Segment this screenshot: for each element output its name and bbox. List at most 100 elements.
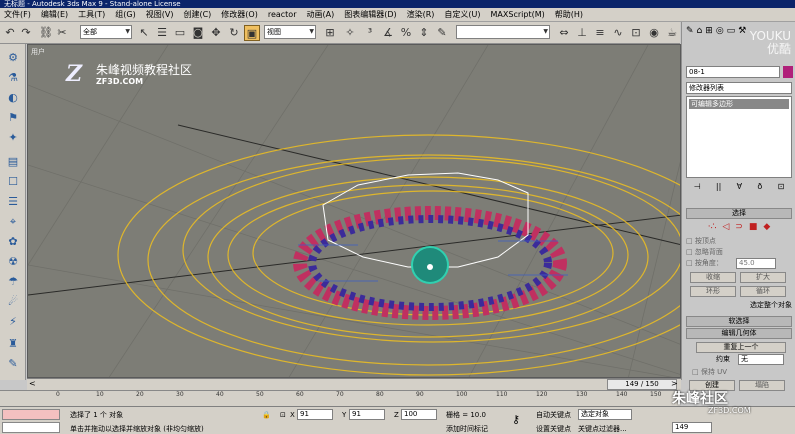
y-field[interactable]: 91 <box>349 409 385 420</box>
named-selection-edit-icon[interactable]: ✎ <box>434 25 450 41</box>
menu-group[interactable]: 组(G) <box>115 8 135 22</box>
configure-sets-icon[interactable]: ⊡ <box>778 182 785 194</box>
object-name-field[interactable]: 08-1 <box>686 66 780 78</box>
set-key-button[interactable]: 设置关键点 <box>536 424 571 434</box>
lt-tool-8-icon[interactable]: ☰ <box>4 194 22 210</box>
move-icon[interactable]: ✥ <box>208 25 224 41</box>
menu-edit[interactable]: 编辑(E) <box>41 8 68 22</box>
by-angle-checkbox[interactable]: 按角度： <box>686 259 723 267</box>
stack-item[interactable]: 可编辑多边形 <box>689 99 789 109</box>
lt-tool-4-icon[interactable]: ⚑ <box>4 110 22 126</box>
ring-button[interactable]: 环形 <box>690 286 736 297</box>
lt-tool-5-icon[interactable]: ✦ <box>4 130 22 146</box>
by-vertex-checkbox[interactable]: 按顶点 <box>686 236 792 246</box>
selected-object-select[interactable]: 选定对象 <box>578 409 632 420</box>
lt-tool-11-icon[interactable]: ☢ <box>4 254 22 270</box>
menu-graph-editors[interactable]: 图表编辑器(D) <box>344 8 396 22</box>
menu-tools[interactable]: 工具(T) <box>78 8 105 22</box>
vertex-icon[interactable]: ·∴ <box>708 222 717 234</box>
menu-reactor[interactable]: reactor <box>268 8 297 22</box>
percent-snap-icon[interactable]: % <box>398 25 414 41</box>
curve-editor-icon[interactable]: ∿ <box>610 25 626 41</box>
unlink-icon[interactable]: ✂ <box>54 25 70 41</box>
undo-icon[interactable]: ↶ <box>2 25 18 41</box>
display-tab-icon[interactable]: ▭ <box>727 26 736 38</box>
reference-coord-select[interactable]: 视图 <box>264 25 316 39</box>
repeat-last-button[interactable]: 重复上一个 <box>696 342 786 353</box>
scale-icon[interactable]: ▣ <box>244 25 260 41</box>
polygon-icon[interactable]: ■ <box>749 222 758 234</box>
show-end-result-icon[interactable]: || <box>716 182 721 194</box>
manipulate-icon[interactable]: ✧ <box>342 25 358 41</box>
lt-tool-14-icon[interactable]: ⚡ <box>4 314 22 330</box>
utilities-tab-icon[interactable]: ⚒ <box>738 26 746 38</box>
named-selection-select[interactable] <box>456 25 550 39</box>
lt-tool-15-icon[interactable]: ♜ <box>4 336 22 352</box>
lt-tool-1-icon[interactable]: ⚙ <box>4 50 22 66</box>
rotate-icon[interactable]: ↻ <box>226 25 242 41</box>
lt-tool-16-icon[interactable]: ✎ <box>4 356 22 372</box>
key-icon[interactable]: ⚷ <box>512 414 520 425</box>
selection-filter-select[interactable]: 全部 <box>80 25 132 39</box>
rect-region-icon[interactable]: ▭ <box>172 25 188 41</box>
auto-key-button[interactable]: 自动关键点 <box>536 410 571 420</box>
x-field[interactable]: 91 <box>297 409 333 420</box>
border-icon[interactable]: ⊃ <box>735 222 743 234</box>
shrink-button[interactable]: 收缩 <box>690 272 736 283</box>
lt-tool-13-icon[interactable]: ☄ <box>4 294 22 310</box>
edit-geometry-header[interactable]: 编辑几何体 <box>686 328 792 339</box>
lt-tool-2-icon[interactable]: ⚗ <box>4 70 22 86</box>
ignore-backfacing-checkbox[interactable]: 忽略背面 <box>686 247 792 257</box>
time-next-icon[interactable]: > <box>671 379 678 388</box>
hierarchy-tab-icon[interactable]: ⊞ <box>705 26 713 38</box>
loop-button[interactable]: 循环 <box>740 286 786 297</box>
menu-rendering[interactable]: 渲染(R) <box>407 8 435 22</box>
angle-snap-icon[interactable]: ∡ <box>380 25 396 41</box>
lt-tool-12-icon[interactable]: ☂ <box>4 274 22 290</box>
make-unique-icon[interactable]: ∀ <box>737 182 742 194</box>
edge-icon[interactable]: ◁ <box>722 222 729 234</box>
modify-tab-icon[interactable]: ⌂ <box>697 26 703 38</box>
modifier-list-select[interactable]: 修改器列表 <box>686 82 792 94</box>
pin-stack-icon[interactable]: ⊣ <box>694 182 701 194</box>
menu-customize[interactable]: 自定义(U) <box>444 8 480 22</box>
lt-tool-6-icon[interactable]: ▤ <box>4 154 22 170</box>
material-editor-icon[interactable]: ◉ <box>646 25 662 41</box>
user-viewport[interactable]: 用户 Z 朱峰视频教程社区 ZF3D.COM <box>27 44 681 378</box>
remove-modifier-icon[interactable]: ð <box>757 182 762 194</box>
lt-tool-3-icon[interactable]: ◐ <box>4 90 22 106</box>
layer-manager-icon[interactable]: ≡ <box>592 25 608 41</box>
menu-create[interactable]: 创建(C) <box>183 8 211 22</box>
menu-help[interactable]: 帮助(H) <box>555 8 583 22</box>
lt-tool-10-icon[interactable]: ✿ <box>4 234 22 250</box>
menu-file[interactable]: 文件(F) <box>4 8 31 22</box>
object-color-swatch[interactable] <box>783 66 793 78</box>
window-crossing-icon[interactable]: ◙ <box>190 25 206 41</box>
create-tab-icon[interactable]: ✎ <box>686 26 694 38</box>
time-prev-icon[interactable]: < <box>29 379 36 388</box>
lt-tool-9-icon[interactable]: ⌖ <box>4 214 22 230</box>
selection-rollout-header[interactable]: 选择 <box>686 208 792 219</box>
snap-toggle-icon[interactable]: ³ <box>362 25 378 41</box>
z-field[interactable]: 100 <box>401 409 437 420</box>
maxscript-listener[interactable] <box>2 409 60 420</box>
menu-maxscript[interactable]: MAXScript(M) <box>491 8 545 22</box>
spinner-snap-icon[interactable]: ⇕ <box>416 25 432 41</box>
mirror-icon[interactable]: ⇔ <box>556 25 572 41</box>
grow-button[interactable]: 扩大 <box>740 272 786 283</box>
link-icon[interactable]: ⛓ <box>38 25 54 41</box>
schematic-view-icon[interactable]: ⊡ <box>628 25 644 41</box>
current-frame-field[interactable]: 149 <box>672 422 712 433</box>
menu-animation[interactable]: 动画(A) <box>306 8 334 22</box>
viewport-label[interactable]: 用户 <box>31 47 45 57</box>
absolute-mode-icon[interactable]: ⊡ <box>280 410 286 420</box>
track-bar[interactable]: 0 10 20 30 40 50 60 70 80 90 100 110 120… <box>0 390 680 406</box>
render-scene-icon[interactable]: ☕ <box>664 25 680 41</box>
lock-selection-icon[interactable]: 🔒 <box>262 410 271 420</box>
collapse-button[interactable]: 塌陷 <box>739 380 785 391</box>
soft-selection-header[interactable]: 软选择 <box>686 316 792 327</box>
time-slider-thumb[interactable]: 149 / 150 <box>607 379 677 390</box>
angle-value-field[interactable]: 45.0 <box>736 258 776 269</box>
preserve-uv-checkbox[interactable]: 保持 UV <box>692 367 795 377</box>
menu-modifiers[interactable]: 修改器(O) <box>221 8 258 22</box>
